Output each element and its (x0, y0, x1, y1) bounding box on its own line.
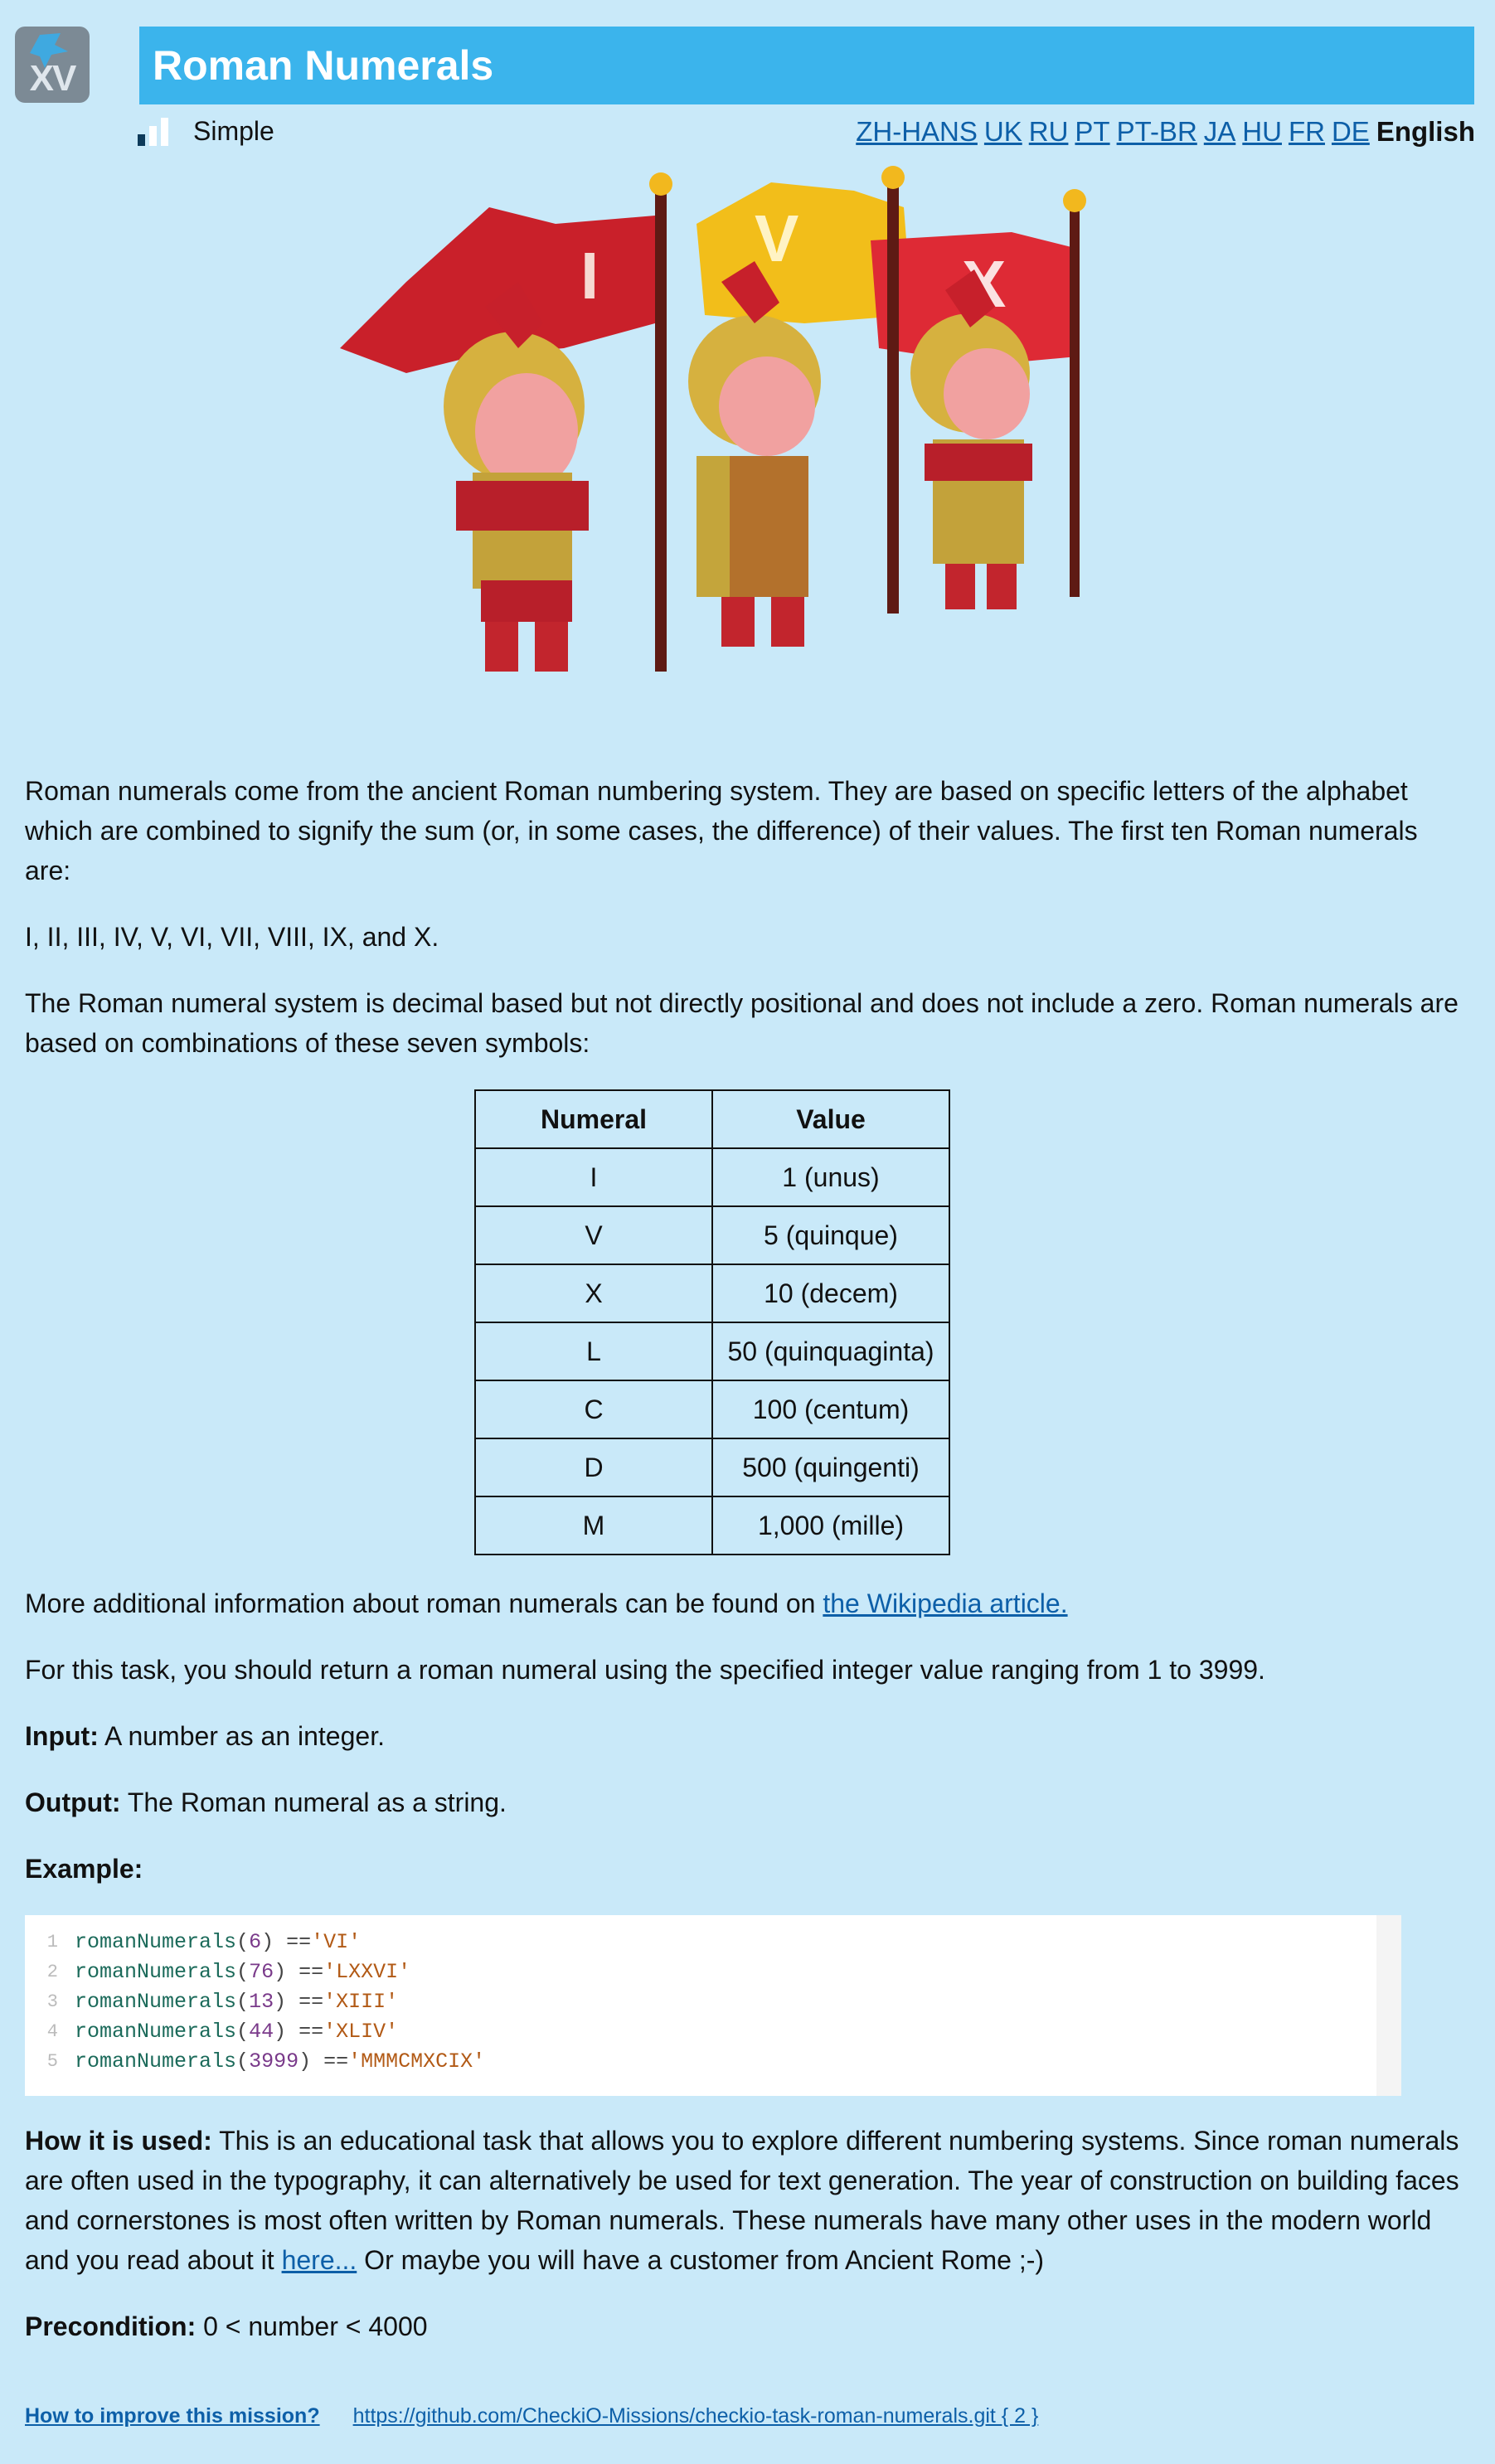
more-info-text: More additional information about roman … (25, 1589, 823, 1618)
title-bar: Roman Numerals (139, 27, 1474, 104)
repository-link[interactable]: https://github.com/CheckiO-Missions/chec… (353, 2404, 1039, 2428)
line-number: 5 (46, 2050, 58, 2072)
table-row: L 50 (quinquaginta) (474, 1322, 950, 1381)
roman-soldiers-illustration: I V X (340, 166, 1086, 672)
improve-mission-link[interactable]: How to improve this mission? (25, 2404, 320, 2428)
table-cell: 100 (centum) (711, 1380, 950, 1439)
lang-link-uk[interactable]: UK (984, 116, 1022, 148)
lang-link-de[interactable]: DE (1332, 116, 1370, 148)
table-cell: 10 (decem) (711, 1264, 950, 1323)
code-result: 'MMMCMXCIX' (348, 2049, 486, 2074)
code-function: romanNumerals (75, 1929, 237, 1954)
line-number: 2 (46, 1961, 58, 1982)
difficulty: Simple (138, 116, 274, 147)
mission-description: Roman numerals come from the ancient Rom… (25, 771, 1468, 2373)
logo-text: XV (29, 58, 77, 99)
code-line: 5 romanNumerals(3999) == 'MMMCMXCIX' (25, 2046, 1376, 2076)
code-result: 'VI' (311, 1929, 362, 1954)
footer: How to improve this mission? https://git… (25, 2404, 1038, 2428)
lang-link-pt-br[interactable]: PT-BR (1117, 116, 1197, 148)
code-function: romanNumerals (75, 1989, 237, 2014)
code-argument: 3999 (249, 2049, 299, 2074)
code-result: 'XLIV' (323, 2019, 399, 2044)
flag-letter-v: V (755, 201, 798, 275)
table-cell: 1 (unus) (711, 1147, 950, 1207)
table-header-cell: Numeral (474, 1089, 713, 1149)
input-text: A number as an integer. (98, 1721, 385, 1751)
table-cell: V (474, 1205, 713, 1265)
system-paragraph: The Roman numeral system is decimal base… (25, 988, 1459, 1058)
difficulty-label: Simple (193, 116, 274, 146)
output-text: The Roman numeral as a string. (120, 1787, 507, 1817)
how-used-label: How it is used: (25, 2126, 212, 2156)
page-title: Roman Numerals (153, 42, 494, 89)
table-cell: L (474, 1322, 713, 1381)
precondition-paragraph: Precondition: 0 < number < 4000 (25, 2306, 1468, 2346)
intro-paragraph: Roman numerals come from the ancient Rom… (25, 776, 1418, 885)
code-argument: 13 (249, 1989, 274, 2014)
table-cell: 5 (quinque) (711, 1205, 950, 1265)
checkio-logo[interactable]: XV (15, 27, 90, 103)
table-header-cell: Value (711, 1089, 950, 1149)
table-header-row: Numeral Value (474, 1089, 950, 1149)
code-result: 'XIII' (323, 1989, 399, 2014)
table-row: V 5 (quinque) (474, 1205, 950, 1265)
input-label: Input: (25, 1721, 99, 1751)
difficulty-bars-icon (138, 117, 168, 146)
here-link[interactable]: here... (282, 2245, 357, 2275)
code-result: 'LXXVI' (323, 1959, 411, 1984)
flag-letter-i: I (580, 239, 599, 313)
lang-link-ru[interactable]: RU (1029, 116, 1069, 148)
output-label: Output: (25, 1787, 121, 1817)
code-line: 1 romanNumerals(6) == 'VI' (25, 1927, 1376, 1957)
lang-link-fr[interactable]: FR (1289, 116, 1325, 148)
table-cell: C (474, 1380, 713, 1439)
lang-link-zh-hans[interactable]: ZH-HANS (856, 116, 978, 148)
code-function: romanNumerals (75, 2049, 237, 2074)
table-cell: I (474, 1147, 713, 1207)
table-cell: 50 (quinquaginta) (711, 1322, 950, 1381)
code-argument: 6 (249, 1929, 262, 1954)
table-cell: 1,000 (mille) (711, 1496, 950, 1555)
lang-current: English (1376, 116, 1475, 147)
code-function: romanNumerals (75, 2019, 237, 2044)
table-cell: 500 (quingenti) (711, 1438, 950, 1497)
line-number: 1 (46, 1931, 58, 1952)
code-argument: 44 (249, 2019, 274, 2044)
table-cell: D (474, 1438, 713, 1497)
code-line: 2 romanNumerals(76) == 'LXXVI' (25, 1957, 1376, 1986)
lang-link-ja[interactable]: JA (1204, 116, 1236, 148)
language-switcher: ZH-HANS UK RU PT PT-BR JA HU FR DE Engli… (856, 116, 1475, 148)
input-paragraph: Input: A number as an integer. (25, 1716, 1468, 1756)
table-row: X 10 (decem) (474, 1264, 950, 1323)
line-number: 4 (46, 2020, 58, 2042)
table-cell: M (474, 1496, 713, 1555)
code-example[interactable]: 1 romanNumerals(6) == 'VI' 2 romanNumera… (25, 1915, 1401, 2096)
task-paragraph: For this task, you should return a roman… (25, 1655, 1265, 1685)
how-used-paragraph: How it is used: This is an educational t… (25, 2121, 1468, 2280)
lang-link-pt[interactable]: PT (1075, 116, 1109, 148)
numerals-table: Numeral Value I 1 (unus) V 5 (quinque) X… (474, 1089, 950, 1555)
example-paragraph: Example: (25, 1849, 1468, 1889)
table-row: C 100 (centum) (474, 1380, 950, 1439)
wikipedia-link[interactable]: the Wikipedia article. (823, 1589, 1067, 1618)
table-row: I 1 (unus) (474, 1147, 950, 1207)
code-argument: 76 (249, 1959, 274, 1984)
table-row: M 1,000 (mille) (474, 1496, 950, 1555)
line-number: 3 (46, 1991, 58, 2012)
code-line: 3 romanNumerals(13) == 'XIII' (25, 1986, 1376, 2016)
output-paragraph: Output: The Roman numeral as a string. (25, 1783, 1468, 1822)
table-cell: X (474, 1264, 713, 1323)
example-label: Example: (25, 1854, 143, 1884)
code-line: 4 romanNumerals(44) == 'XLIV' (25, 2016, 1376, 2046)
how-used-suffix: Or maybe you will have a customer from A… (357, 2245, 1045, 2275)
precondition-label: Precondition: (25, 2311, 197, 2341)
precondition-text: 0 < number < 4000 (196, 2311, 428, 2341)
lang-link-hu[interactable]: HU (1242, 116, 1282, 148)
code-function: romanNumerals (75, 1959, 237, 1984)
first-ten-paragraph: I, II, III, IV, V, VI, VII, VIII, IX, an… (25, 922, 439, 952)
more-info-paragraph: More additional information about roman … (25, 1584, 1468, 1623)
table-row: D 500 (quingenti) (474, 1438, 950, 1497)
